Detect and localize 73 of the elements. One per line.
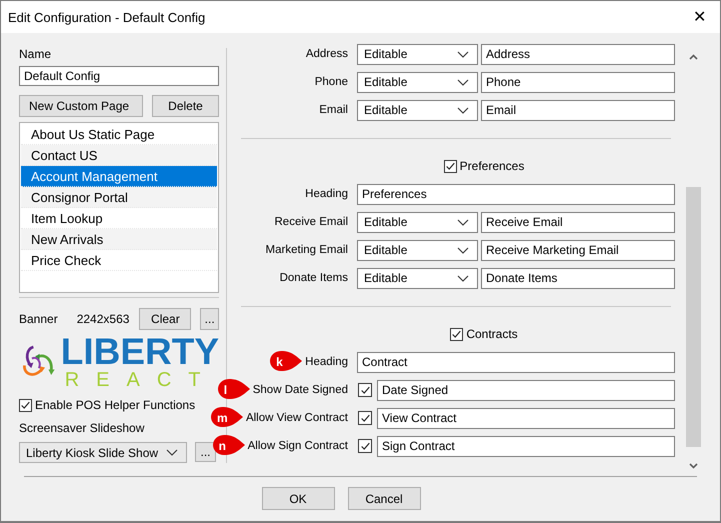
scroll-down-icon[interactable]	[688, 463, 698, 469]
field-label: Email	[319, 104, 348, 116]
text-field[interactable]: Phone	[481, 72, 675, 92]
chevron-down-icon	[166, 449, 178, 456]
mode-dropdown[interactable]: Editable	[357, 72, 478, 92]
checkbox[interactable]	[358, 383, 372, 397]
chevron-down-icon	[457, 106, 469, 114]
section-checkbox[interactable]	[444, 160, 457, 172]
banner-label: Banner	[19, 312, 58, 326]
new-custom-page-button[interactable]: New Custom Page	[19, 94, 143, 117]
text-field[interactable]: Address	[481, 44, 675, 64]
text-field[interactable]: Receive Email	[481, 212, 675, 232]
close-button[interactable]: ✕	[693, 7, 706, 27]
text-field[interactable]: Contract	[357, 352, 675, 372]
field-label: Receive Email	[274, 216, 348, 228]
field-label: Allow View Contract	[246, 412, 348, 424]
mode-dropdown[interactable]: Editable	[357, 100, 478, 120]
browse-button[interactable]: ...	[195, 442, 216, 462]
chevron-down-icon	[457, 246, 469, 254]
field-label: Donate Items	[280, 272, 348, 284]
mode-dropdown[interactable]: Editable	[357, 240, 478, 260]
page-list-item[interactable]: Consignor Portal	[21, 186, 217, 208]
text-field[interactable]: View Contract	[377, 408, 675, 428]
delete-button[interactable]: Delete	[152, 94, 219, 117]
callout-badge: l	[216, 378, 251, 402]
checkbox[interactable]	[19, 398, 32, 412]
callout-badge: m	[210, 406, 244, 430]
name-field[interactable]: Default Config	[19, 66, 219, 86]
chevron-down-icon	[457, 78, 469, 86]
callout-badge: n	[212, 434, 246, 458]
page-list-item[interactable]: Contact US	[21, 144, 217, 166]
section-title: Contracts	[466, 327, 518, 341]
text-field[interactable]: Preferences	[357, 184, 675, 204]
slideshow-dropdown[interactable]: Liberty Kiosk Slide Show	[19, 442, 187, 464]
chevron-down-icon	[457, 274, 469, 282]
clear-button[interactable]: Clear	[139, 308, 192, 330]
page-list-item[interactable]: Price Check	[21, 250, 217, 271]
text-field[interactable]: Donate Items	[481, 268, 675, 288]
text-field[interactable]: Email	[481, 100, 675, 120]
logo-wordmark: LIBERTY	[60, 334, 219, 370]
text-field[interactable]: Date Signed	[377, 380, 675, 400]
text-field[interactable]: Sign Contract	[377, 436, 675, 456]
slideshow-label: Screensaver Slideshow	[19, 421, 146, 436]
window-title: Edit Configuration - Default Config	[8, 10, 206, 24]
checkbox[interactable]	[358, 411, 372, 425]
field-label: Phone	[314, 76, 348, 88]
scroll-up-icon[interactable]	[688, 54, 698, 60]
page-list-item[interactable]: Account Management	[21, 166, 217, 187]
name-label: Name	[19, 47, 52, 61]
chevron-down-icon	[457, 218, 469, 226]
mode-dropdown[interactable]: Editable	[357, 268, 478, 288]
mode-dropdown[interactable]: Editable	[357, 212, 478, 232]
field-label: Address	[306, 48, 348, 60]
field-label: Allow Sign Contract	[248, 440, 348, 452]
browse-button[interactable]: ...	[200, 308, 219, 330]
mode-dropdown[interactable]: Editable	[357, 44, 478, 64]
chevron-down-icon	[457, 50, 469, 58]
field-label: Show Date Signed	[252, 384, 348, 396]
field-label: Heading	[305, 188, 348, 200]
checkbox-label: Enable POS Helper Functions	[35, 398, 196, 412]
scrollbar-thumb[interactable]	[686, 186, 700, 446]
field-label: Heading	[305, 356, 348, 368]
callout-badge: k	[269, 350, 304, 374]
ok-button[interactable]: OK	[262, 487, 334, 510]
checkbox[interactable]	[358, 439, 372, 453]
field-label: Marketing Email	[266, 244, 348, 256]
section-checkbox[interactable]	[450, 328, 464, 340]
page-list-item[interactable]: New Arrivals	[21, 228, 217, 250]
banner-size: 2242x563	[76, 312, 130, 326]
cancel-button[interactable]: Cancel	[348, 487, 420, 510]
section-title: Preferences	[460, 159, 524, 173]
logo-subtitle: REACT	[64, 370, 218, 390]
text-field[interactable]: Receive Marketing Email	[481, 240, 675, 260]
